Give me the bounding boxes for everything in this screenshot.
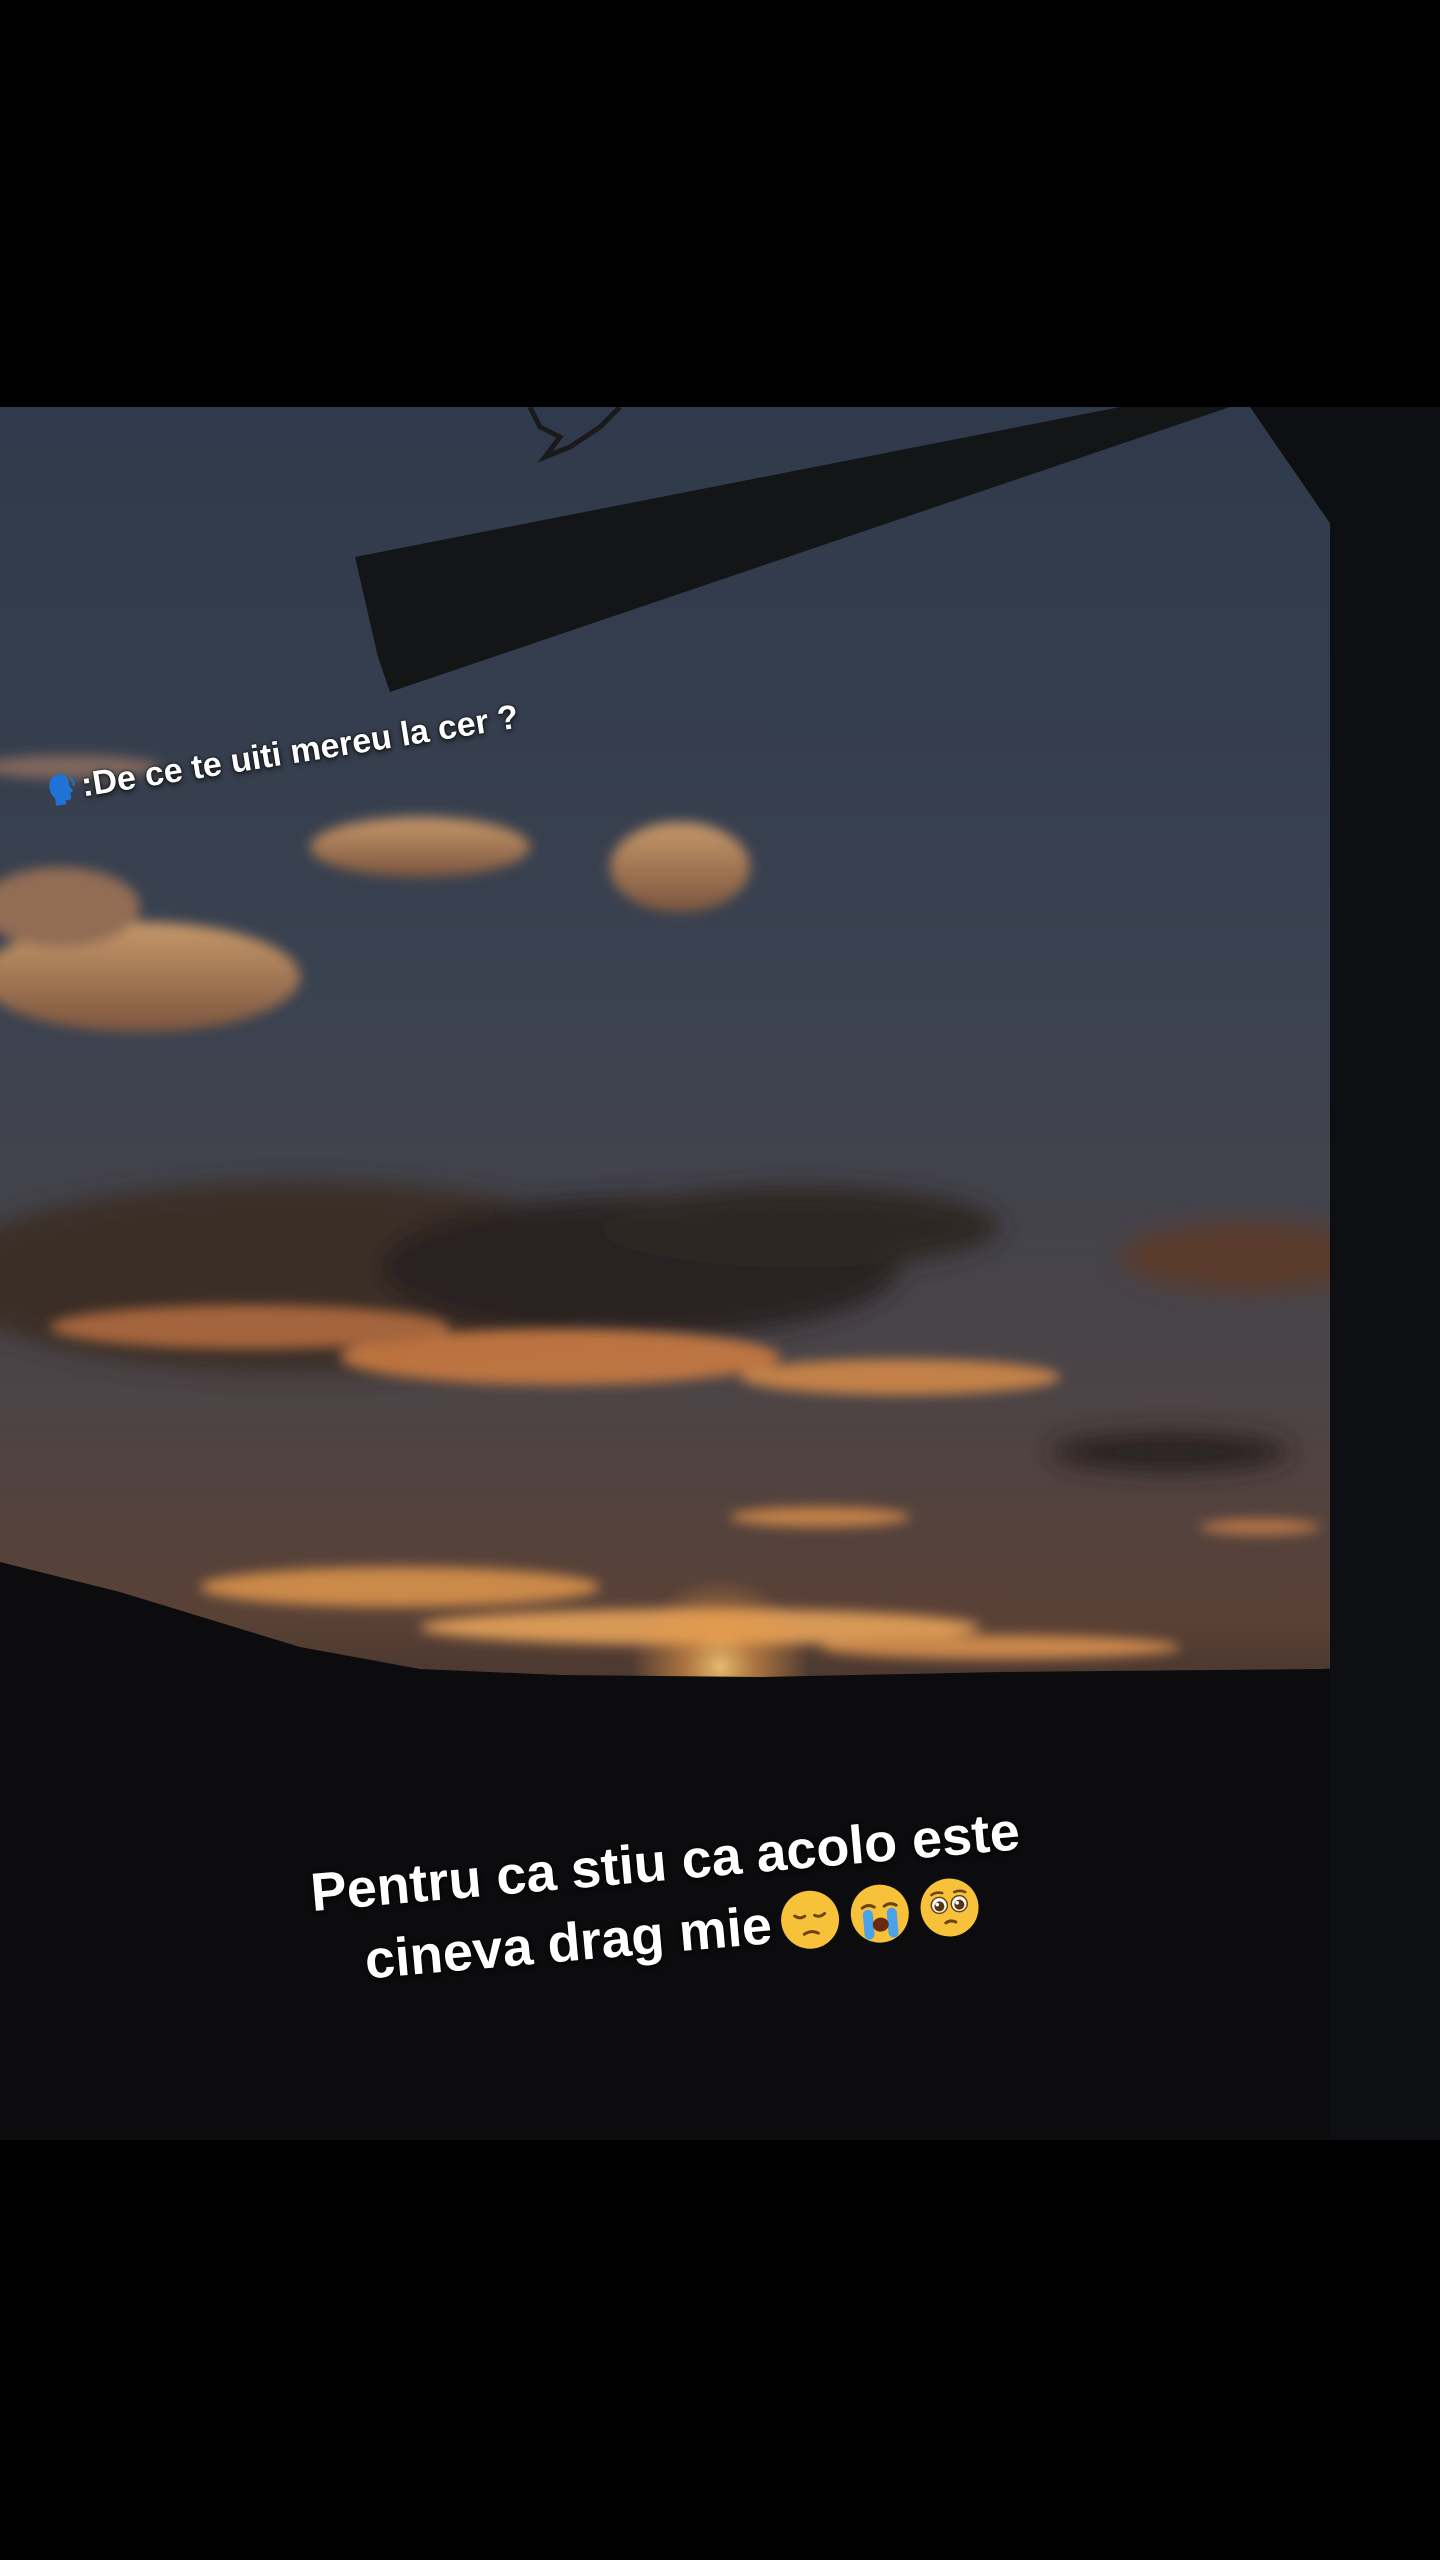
window-frame-right bbox=[1330, 407, 1440, 2140]
pleading-face-icon bbox=[916, 1874, 983, 1941]
video-frame[interactable]: :De ce te uiti mereu la cer ? Pentru ca … bbox=[0, 407, 1440, 2140]
screen: { "colors": { "page_background": "#00000… bbox=[0, 0, 1440, 2560]
speaking-head-icon bbox=[45, 769, 80, 809]
pensive-face-icon bbox=[777, 1886, 844, 1953]
loudly-crying-face-icon bbox=[846, 1880, 913, 1947]
